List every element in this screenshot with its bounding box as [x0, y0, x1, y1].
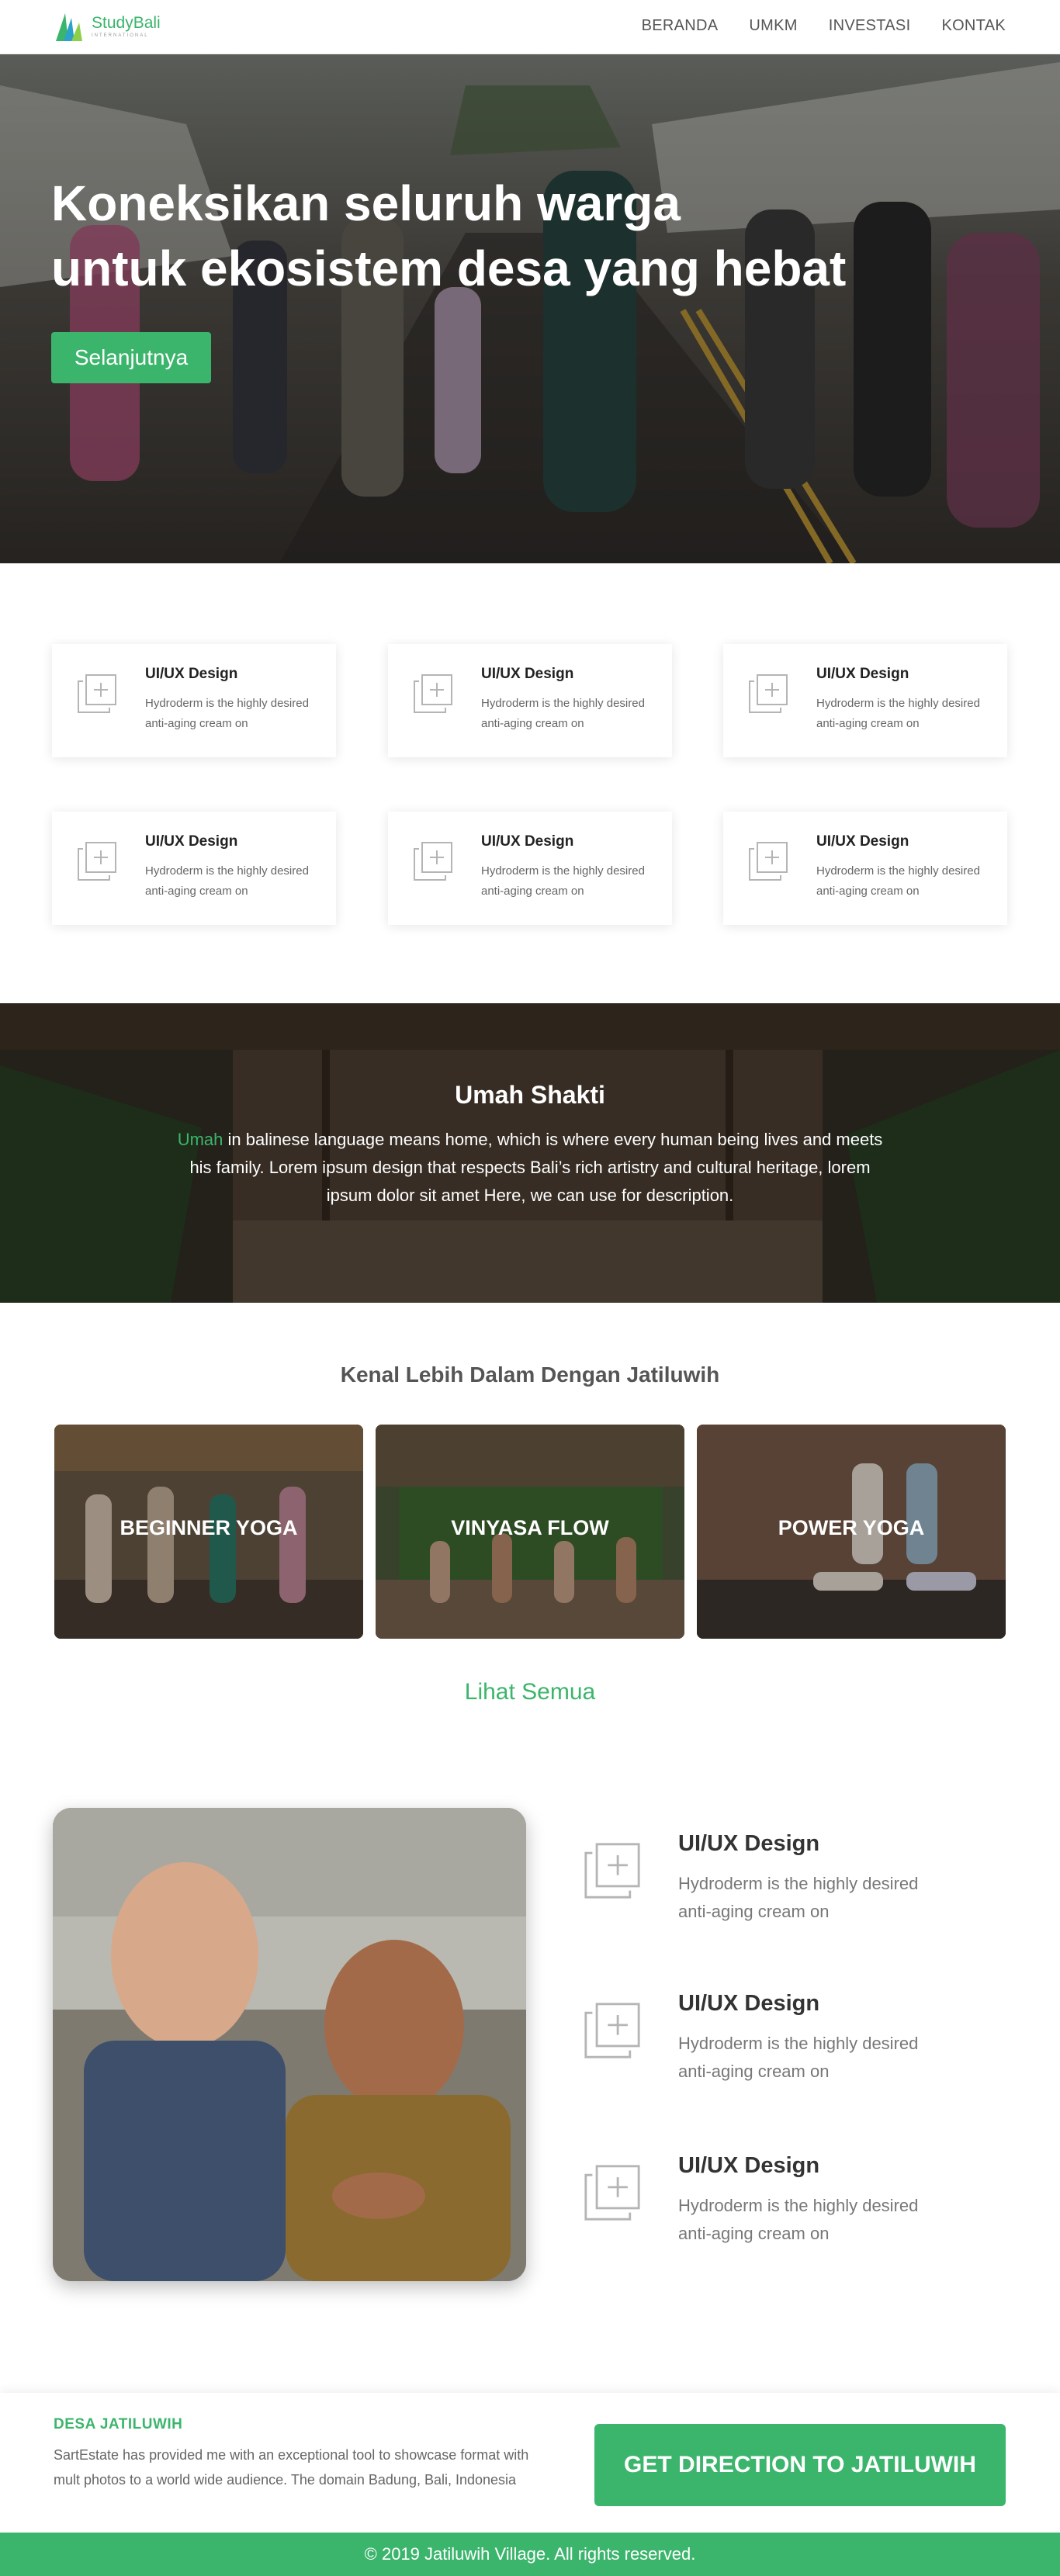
add-image-icon: [413, 841, 453, 881]
list-item-desc: Hydroderm is the highly desired anti-agi…: [678, 2196, 919, 2243]
feature-card[interactable]: UI/UX Design Hydroderm is the highly desi…: [723, 644, 1007, 757]
feature-card-desc: Hydroderm is the highly desired anti-agi…: [816, 864, 980, 898]
feature-card-desc: Hydroderm is the highly desired anti-agi…: [481, 864, 645, 898]
umah-title: Umah Shakti: [455, 1081, 605, 1109]
add-image-icon: [749, 674, 788, 713]
hero-title: Koneksikan seluruh warga untuk ekosistem…: [51, 171, 905, 301]
add-image-icon: [77, 673, 117, 714]
list-item-title: UI/UX Design: [678, 1831, 820, 1856]
tile-label: POWER YOGA: [778, 1516, 925, 1539]
footer-title: DESA JATILUWIH: [54, 2416, 183, 2432]
feature-list-item: UI/UX Design Hydroderm is the highly desi…: [584, 1991, 1018, 2100]
copyright-bar: © 2019 Jatiluwih Village. All rights res…: [0, 2533, 1060, 2576]
main-menu: BERANDA UMKM INVESTASI KONTAK: [642, 17, 1006, 35]
feature-card[interactable]: UI/UX Design Hydroderm is the highly desi…: [723, 812, 1007, 925]
feature-card-title: UI/UX Design: [481, 833, 574, 850]
feature-card[interactable]: UI/UX Design Hydroderm is the highly desi…: [52, 812, 336, 925]
feature-card-desc: Hydroderm is the highly desired anti-agi…: [145, 864, 309, 898]
feature-card-title: UI/UX Design: [816, 666, 909, 682]
add-image-icon: [413, 673, 453, 714]
people-photo: [53, 1808, 526, 2281]
feature-card-title: UI/UX Design: [145, 833, 238, 850]
add-image-icon: [78, 842, 116, 881]
add-image-icon: [749, 842, 788, 881]
kenal-title: Kenal Lebih Dalam Dengan Jatiluwih: [340, 1362, 720, 1387]
list-item-title: UI/UX Design: [678, 2153, 820, 2178]
umah-shakti-section: Umah Shakti Umah in balinese language me…: [0, 1003, 1060, 1303]
tile-label: BEGINNER YOGA: [120, 1516, 298, 1539]
hero-title-line1: Koneksikan seluruh warga: [51, 175, 681, 231]
add-image-icon: [584, 2003, 640, 2058]
feature-card-title: UI/UX Design: [816, 833, 909, 850]
add-image-icon: [414, 842, 452, 881]
footer-description: SartEstate has provided me with an excep…: [54, 2447, 529, 2488]
selanjutnya-button[interactable]: Selanjutnya: [51, 332, 211, 383]
umah-text: in balinese language means home, which i…: [189, 1130, 883, 1205]
feature-card-title: UI/UX Design: [145, 666, 238, 682]
add-image-icon: [584, 2002, 641, 2059]
add-image-icon: [584, 1843, 640, 1899]
logo-leaf-icon: [56, 13, 82, 41]
tile-beginner-yoga[interactable]: BEGINNER YOGA: [54, 1425, 363, 1639]
hero-banner: Koneksikan seluruh warga untuk ekosistem…: [0, 54, 1060, 563]
umah-highlight: Umah: [177, 1130, 223, 1149]
nav-item-beranda[interactable]: BERANDA: [642, 17, 719, 35]
add-image-icon: [77, 841, 117, 881]
nav-item-umkm[interactable]: UMKM: [749, 17, 797, 35]
footer-cta: DESA JATILUWIH SartEstate has provided m…: [0, 2393, 1060, 2533]
lihat-semua-link[interactable]: Lihat Semua: [0, 1679, 1060, 1705]
two-men-laughing-image: [53, 1808, 526, 2281]
nav-item-kontak[interactable]: KONTAK: [941, 17, 1006, 35]
list-item-desc: Hydroderm is the highly desired anti-agi…: [678, 1874, 919, 1921]
feature-list-item: UI/UX Design Hydroderm is the highly desi…: [584, 1831, 1018, 1940]
feature-card-desc: Hydroderm is the highly desired anti-agi…: [145, 697, 309, 730]
feature-card-desc: Hydroderm is the highly desired anti-agi…: [481, 697, 645, 730]
list-item-desc: Hydroderm is the highly desired anti-agi…: [678, 2034, 919, 2081]
logo[interactable]: StudyBali INTERNATIONAL: [51, 6, 161, 45]
add-image-icon: [584, 2164, 641, 2221]
feature-card-desc: Hydroderm is the highly desired anti-agi…: [816, 697, 980, 730]
add-image-icon: [584, 2165, 640, 2221]
brand-subtitle: INTERNATIONAL: [92, 33, 149, 38]
nav-item-investasi[interactable]: INVESTASI: [829, 17, 911, 35]
add-image-icon: [414, 674, 452, 713]
add-image-icon: [78, 674, 116, 713]
add-image-icon: [748, 841, 788, 881]
tile-vinyasa-flow[interactable]: VINYASA FLOW: [376, 1425, 684, 1639]
feature-card[interactable]: UI/UX Design Hydroderm is the highly desi…: [388, 812, 672, 925]
tile-label: VINYASA FLOW: [451, 1516, 609, 1539]
get-direction-button[interactable]: GET DIRECTION TO JATILUWIH: [594, 2424, 1006, 2506]
brand-name: StudyBali: [92, 13, 161, 32]
tile-power-yoga[interactable]: POWER YOGA: [697, 1425, 1006, 1639]
add-image-icon: [584, 1842, 641, 1899]
list-item-title: UI/UX Design: [678, 1991, 820, 2016]
top-navbar: StudyBali INTERNATIONAL BERANDA UMKM INV…: [0, 0, 1060, 54]
add-image-icon: [748, 673, 788, 714]
hero-title-line2: untuk ekosistem desa yang hebat: [51, 241, 847, 296]
umah-description: Umah in balinese language means home, wh…: [171, 1126, 889, 1210]
feature-list-item: UI/UX Design Hydroderm is the highly desi…: [584, 2153, 1018, 2262]
feature-card-title: UI/UX Design: [481, 666, 574, 682]
hero-overlay: [0, 54, 1060, 563]
feature-card[interactable]: UI/UX Design Hydroderm is the highly desi…: [52, 644, 336, 757]
feature-card[interactable]: UI/UX Design Hydroderm is the highly desi…: [388, 644, 672, 757]
